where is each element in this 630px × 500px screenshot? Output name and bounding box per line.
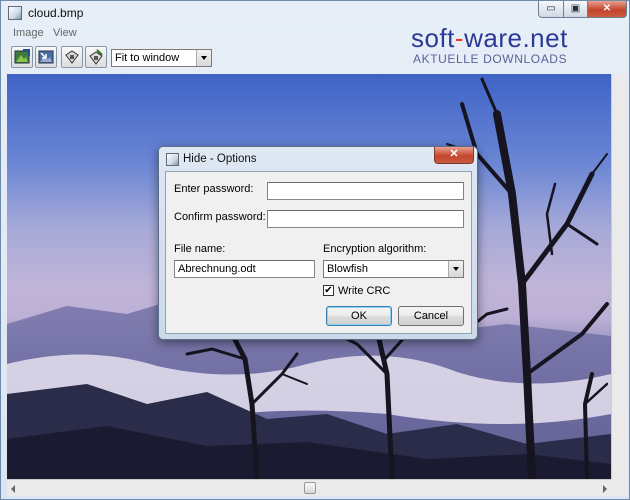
dialog-app-icon	[166, 153, 179, 166]
encryption-dropdown-button[interactable]	[448, 261, 463, 277]
watermark-brand-part-2: ware.net	[464, 23, 568, 53]
enter-password-label: Enter password:	[174, 183, 254, 195]
zoom-value: Fit to window	[115, 52, 180, 64]
confirm-password-label: Confirm password:	[174, 211, 266, 223]
file-name-input[interactable]	[175, 261, 314, 277]
minimize-button[interactable]: ▭	[538, 1, 564, 18]
enter-password-field[interactable]	[267, 182, 464, 200]
encryption-algorithm-label: Encryption algorithm:	[323, 243, 427, 255]
checkmark-icon: ✔	[324, 285, 333, 296]
extract-image-icon	[38, 50, 54, 64]
watermark-tagline: AKTUELLE DOWNLOADS	[413, 52, 568, 66]
menu-image[interactable]: Image	[13, 27, 44, 39]
close-icon: ✕	[602, 3, 612, 14]
minimize-icon: ▭	[546, 3, 556, 14]
dialog-close-button[interactable]: ✕	[434, 147, 474, 164]
hide-image-icon	[14, 49, 30, 64]
confirm-password-input[interactable]	[268, 211, 463, 227]
scrollbar-thumb[interactable]	[304, 482, 316, 494]
close-icon: ✕	[449, 148, 459, 160]
write-crc-checkbox[interactable]: ✔	[323, 285, 334, 296]
save-icon	[65, 50, 79, 64]
ok-button[interactable]: OK	[326, 306, 392, 326]
maximize-icon: ▣	[570, 3, 581, 14]
cancel-button[interactable]: Cancel	[398, 306, 464, 326]
save-as-icon	[89, 49, 103, 65]
save-as-button[interactable]	[85, 46, 107, 68]
enter-password-input[interactable]	[268, 183, 463, 199]
encryption-algorithm-select[interactable]: Blowfish	[323, 260, 464, 278]
watermark: soft-ware.net AKTUELLE DOWNLOADS	[411, 23, 616, 71]
encryption-algorithm-value: Blowfish	[327, 263, 368, 275]
chevron-down-icon	[453, 267, 459, 271]
maximize-button[interactable]: ▣	[563, 1, 588, 18]
hide-options-dialog: Hide - Options ✕ Enter password: Confirm…	[158, 146, 478, 340]
watermark-brand-part: soft	[411, 23, 455, 53]
vertical-scrollbar[interactable]	[611, 74, 628, 479]
app-icon	[8, 6, 22, 20]
file-name-label: File name:	[174, 243, 226, 255]
write-crc-label: Write CRC	[338, 285, 391, 297]
window-title: cloud.bmp	[28, 6, 84, 20]
zoom-select[interactable]: Fit to window	[111, 49, 212, 67]
scroll-right-icon[interactable]	[603, 485, 607, 493]
scroll-left-icon[interactable]	[11, 485, 15, 493]
confirm-password-field[interactable]	[267, 210, 464, 228]
menu-view[interactable]: View	[53, 27, 77, 39]
hide-button[interactable]	[11, 46, 33, 68]
close-button[interactable]: ✕	[587, 1, 627, 18]
horizontal-scrollbar[interactable]	[7, 479, 611, 496]
chevron-down-icon	[201, 56, 207, 60]
zoom-dropdown-button[interactable]	[196, 50, 211, 66]
save-button[interactable]	[61, 46, 83, 68]
size-grip[interactable]	[611, 479, 628, 496]
file-name-field[interactable]	[174, 260, 315, 278]
extract-button[interactable]	[35, 46, 57, 68]
watermark-brand-dash: -	[454, 23, 465, 53]
dialog-title: Hide - Options	[183, 153, 257, 165]
watermark-brand: soft-ware.net	[411, 23, 568, 54]
title-bar[interactable]: cloud.bmp ▭ ▣ ✕	[1, 1, 629, 25]
dialog-body: Enter password: Confirm password: File n…	[165, 171, 472, 334]
